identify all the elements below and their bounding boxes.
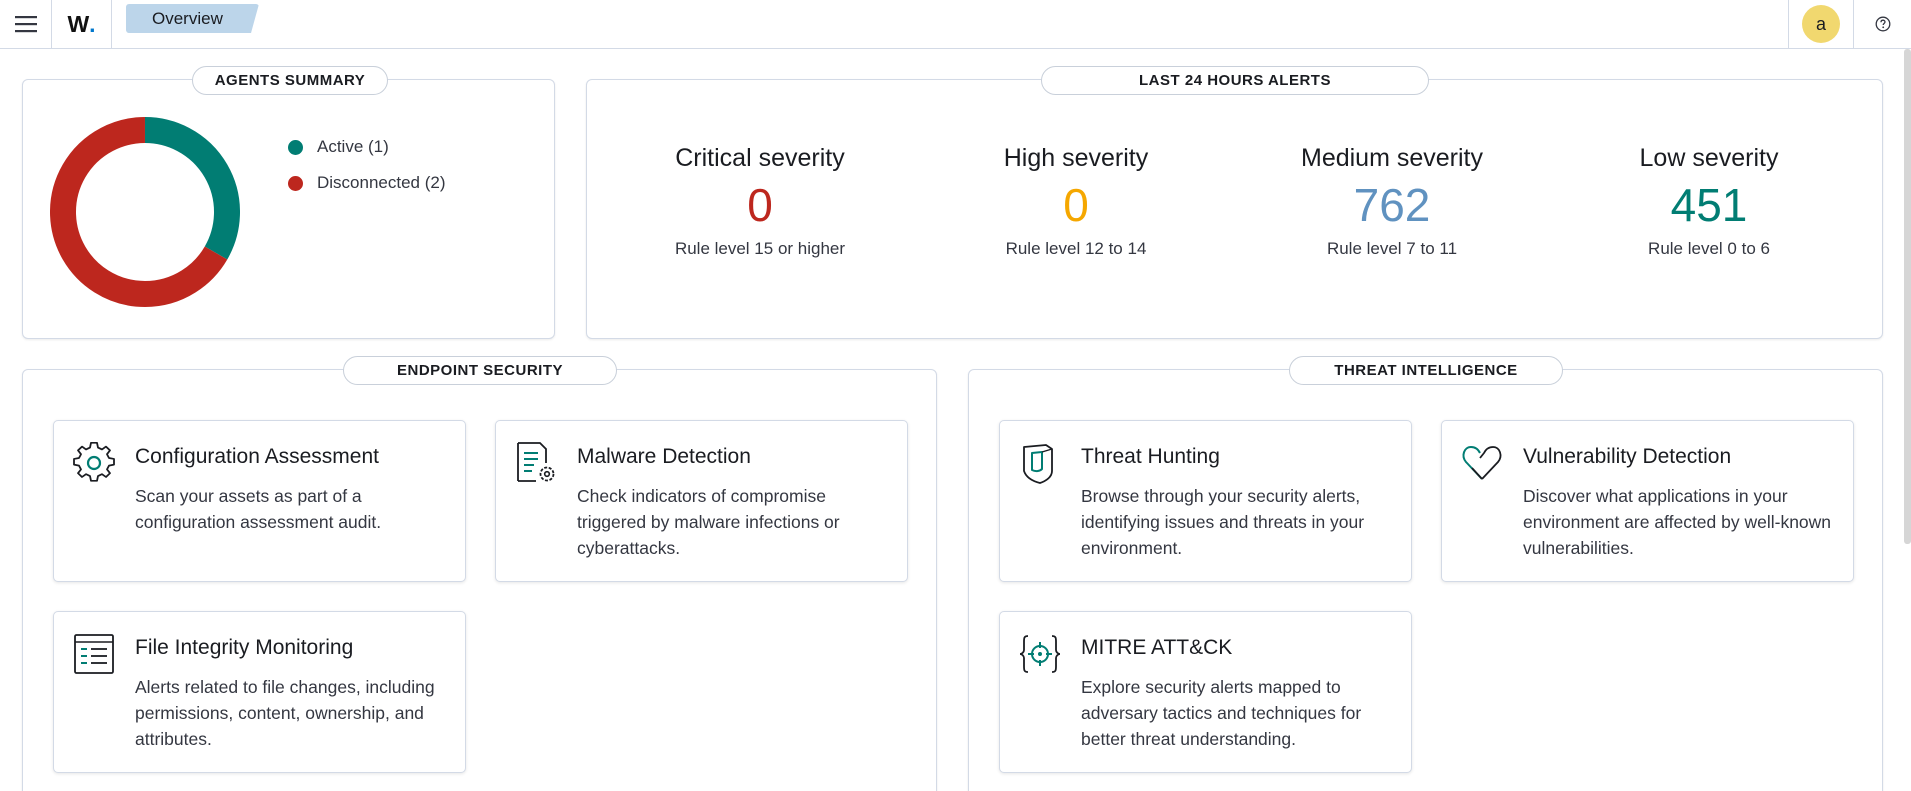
gear-icon bbox=[73, 441, 115, 482]
card-configuration-assessment[interactable]: Configuration Assessment Scan your asset… bbox=[53, 420, 466, 582]
card-threat-hunting[interactable]: Threat Hunting Browse through your secur… bbox=[999, 420, 1412, 582]
severity-title: Low severity bbox=[1639, 144, 1779, 172]
severity-low: Low severity 451 Rule level 0 to 6 bbox=[1559, 144, 1859, 259]
legend-dot-active bbox=[288, 139, 303, 155]
heart-broken-icon bbox=[1462, 446, 1502, 480]
card-description: Scan your assets as part of a configurat… bbox=[135, 486, 382, 532]
card-title: MITRE ATT&CK bbox=[1081, 636, 1233, 659]
menu-button[interactable] bbox=[0, 0, 52, 48]
card-file-integrity-monitoring[interactable]: File Integrity Monitoring Alerts related… bbox=[53, 611, 466, 773]
card-description: Explore security alerts mapped to advers… bbox=[1081, 677, 1362, 749]
donut-slice-active[interactable] bbox=[144, 117, 240, 260]
card-mitre-attack[interactable]: MITRE ATT&CK Explore security alerts map… bbox=[999, 611, 1412, 773]
document-gear-icon bbox=[517, 442, 555, 482]
hamburger-menu-icon bbox=[14, 16, 37, 33]
severity-description: Rule level 15 or higher bbox=[674, 239, 846, 258]
severity-count[interactable]: 0 bbox=[610, 178, 910, 233]
legend-item-active[interactable]: Active (1) bbox=[288, 129, 446, 165]
threat-intelligence-panel: THREAT INTELLIGENCE Threat Hunting Brows… bbox=[968, 356, 1883, 791]
severity-title: Medium severity bbox=[1301, 144, 1483, 172]
card-description: Check indicators of compromise triggered… bbox=[577, 486, 840, 558]
target-braces-icon bbox=[1019, 635, 1061, 673]
endpoint-security-panel: ENDPOINT SECURITY Configuration Assessme… bbox=[22, 356, 937, 791]
panel-title: AGENTS SUMMARY bbox=[192, 66, 388, 95]
card-title: Malware Detection bbox=[577, 445, 751, 468]
agents-donut-chart[interactable] bbox=[50, 117, 240, 307]
alerts-panel: LAST 24 HOURS ALERTS Critical severity 0… bbox=[586, 66, 1883, 339]
help-button[interactable] bbox=[1855, 0, 1911, 48]
severity-title: Critical severity bbox=[675, 144, 845, 172]
severity-high: High severity 0 Rule level 12 to 14 bbox=[926, 144, 1226, 259]
legend-label: Disconnected (2) bbox=[317, 173, 446, 192]
list-document-icon bbox=[74, 634, 114, 674]
agents-summary-panel: AGENTS SUMMARY Active (1) Disconnected (… bbox=[22, 66, 555, 339]
panel-title: LAST 24 HOURS ALERTS bbox=[1041, 66, 1429, 95]
card-title: Threat Hunting bbox=[1081, 445, 1220, 468]
card-title: Vulnerability Detection bbox=[1523, 445, 1732, 468]
severity-critical: Critical severity 0 Rule level 15 or hig… bbox=[610, 144, 910, 259]
card-description: Browse through your security alerts, ide… bbox=[1081, 486, 1365, 558]
breadcrumb-overview[interactable]: Overview bbox=[126, 4, 259, 33]
severity-count[interactable]: 762 bbox=[1242, 178, 1542, 233]
legend-dot-disconnected bbox=[288, 175, 303, 191]
severity-count[interactable]: 0 bbox=[926, 178, 1226, 233]
severity-medium: Medium severity 762 Rule level 7 to 11 bbox=[1242, 144, 1542, 259]
logo-dot: . bbox=[89, 10, 96, 37]
severity-description: Rule level 0 to 6 bbox=[1648, 239, 1770, 258]
card-title: Configuration Assessment bbox=[135, 445, 379, 468]
legend-label: Active (1) bbox=[317, 137, 389, 156]
top-header: W. Overview a bbox=[0, 0, 1911, 49]
logo-text: W bbox=[67, 10, 90, 37]
card-vulnerability-detection[interactable]: Vulnerability Detection Discover what ap… bbox=[1441, 420, 1854, 582]
help-icon bbox=[1875, 16, 1891, 32]
severity-description: Rule level 12 to 14 bbox=[1005, 239, 1147, 258]
shield-icon bbox=[1023, 444, 1053, 484]
severity-count[interactable]: 451 bbox=[1559, 178, 1859, 233]
agents-legend: Active (1) Disconnected (2) bbox=[288, 129, 446, 201]
card-title: File Integrity Monitoring bbox=[135, 636, 354, 659]
user-menu: a bbox=[1788, 0, 1854, 48]
panel-title: THREAT INTELLIGENCE bbox=[1289, 356, 1563, 385]
card-malware-detection[interactable]: Malware Detection Check indicators of co… bbox=[495, 420, 908, 582]
card-description: Discover what applications in your envir… bbox=[1523, 486, 1832, 558]
severity-description: Rule level 7 to 11 bbox=[1326, 239, 1458, 258]
card-description: Alerts related to file changes, includin… bbox=[135, 677, 435, 749]
page-scrollbar[interactable] bbox=[1904, 49, 1911, 544]
legend-item-disconnected[interactable]: Disconnected (2) bbox=[288, 165, 446, 201]
severity-title: High severity bbox=[1003, 144, 1149, 172]
app-logo[interactable]: W. bbox=[52, 0, 112, 48]
panel-title: ENDPOINT SECURITY bbox=[343, 356, 617, 385]
avatar[interactable]: a bbox=[1802, 5, 1840, 43]
